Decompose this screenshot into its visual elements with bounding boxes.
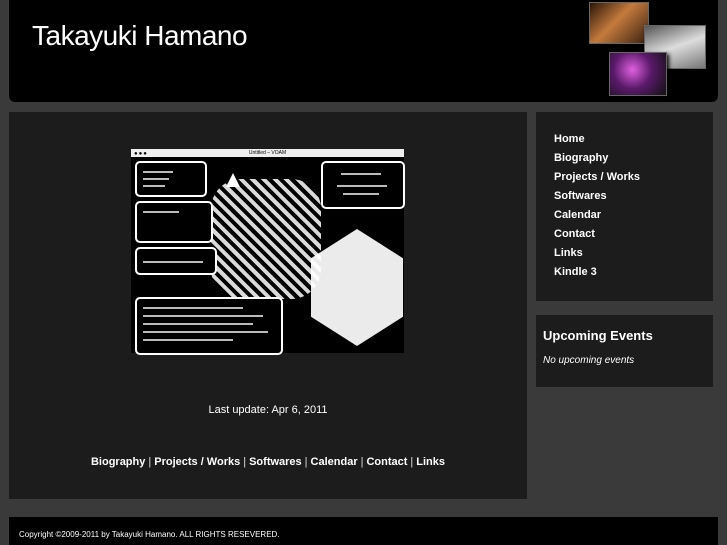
software-screenshot: ●●● Untitled – VOAM — [131, 149, 405, 355]
nav-item-softwares[interactable]: Softwares — [554, 187, 640, 206]
nav-item-calendar[interactable]: Calendar — [554, 206, 640, 225]
list-pane — [135, 201, 213, 243]
link-separator: | — [360, 456, 364, 468]
about-pane — [321, 161, 405, 209]
footer-link-projects[interactable]: Projects / Works — [154, 456, 240, 468]
stage-photo — [609, 52, 667, 96]
events-title: Upcoming Events — [543, 328, 653, 343]
link-separator: | — [148, 456, 152, 468]
nav-item-kindle[interactable]: Kindle 3 — [554, 263, 640, 282]
window-buttons-icon: ●●● — [134, 151, 148, 157]
footer-link-softwares[interactable]: Softwares — [249, 456, 302, 468]
parameter-pane — [135, 247, 217, 275]
footer-link-contact[interactable]: Contact — [366, 456, 407, 468]
cube-shape — [311, 229, 403, 346]
link-separator: | — [304, 456, 308, 468]
header-photo-collage — [574, 0, 724, 102]
footer-link-links[interactable]: Links — [416, 456, 445, 468]
footer-link-calendar[interactable]: Calendar — [311, 456, 358, 468]
copyright-text: Copyright ©2009-2011 by Takayuki Hamano.… — [19, 530, 280, 539]
sculpture-shape — [211, 179, 321, 299]
footer-link-bar: Biography | Projects / Works | Softwares | Cal… — [9, 456, 527, 468]
control-pane — [135, 161, 207, 197]
performer-photo — [589, 2, 649, 44]
screenshot-titlebar: ●●● Untitled – VOAM — [131, 149, 404, 157]
triangle-shape — [226, 173, 240, 187]
main-content: ●●● Untitled – VOAM Last update: Apr 6, … — [9, 112, 527, 499]
sidebar-nav: Home Biography Projects / Works Software… — [536, 112, 713, 301]
nav-item-home[interactable]: Home — [554, 130, 640, 149]
events-empty-text: No upcoming events — [543, 355, 635, 366]
screenshot-title: Untitled – VOAM — [248, 150, 287, 156]
site-footer: Copyright ©2009-2011 by Takayuki Hamano.… — [9, 517, 718, 545]
nav-list: Home Biography Projects / Works Software… — [554, 130, 640, 282]
upcoming-events-panel: Upcoming Events No upcoming events — [536, 315, 713, 387]
link-separator: | — [410, 456, 414, 468]
last-update-text: Last update: Apr 6, 2011 — [208, 404, 328, 416]
nav-item-projects[interactable]: Projects / Works — [554, 168, 640, 187]
console-pane — [135, 297, 283, 355]
nav-item-biography[interactable]: Biography — [554, 149, 640, 168]
site-title[interactable]: Takayuki Hamano — [32, 20, 248, 52]
nav-item-links[interactable]: Links — [554, 244, 640, 263]
site-header: Takayuki Hamano — [9, 0, 718, 102]
nav-item-contact[interactable]: Contact — [554, 225, 640, 244]
footer-link-biography[interactable]: Biography — [91, 456, 145, 468]
link-separator: | — [243, 456, 247, 468]
